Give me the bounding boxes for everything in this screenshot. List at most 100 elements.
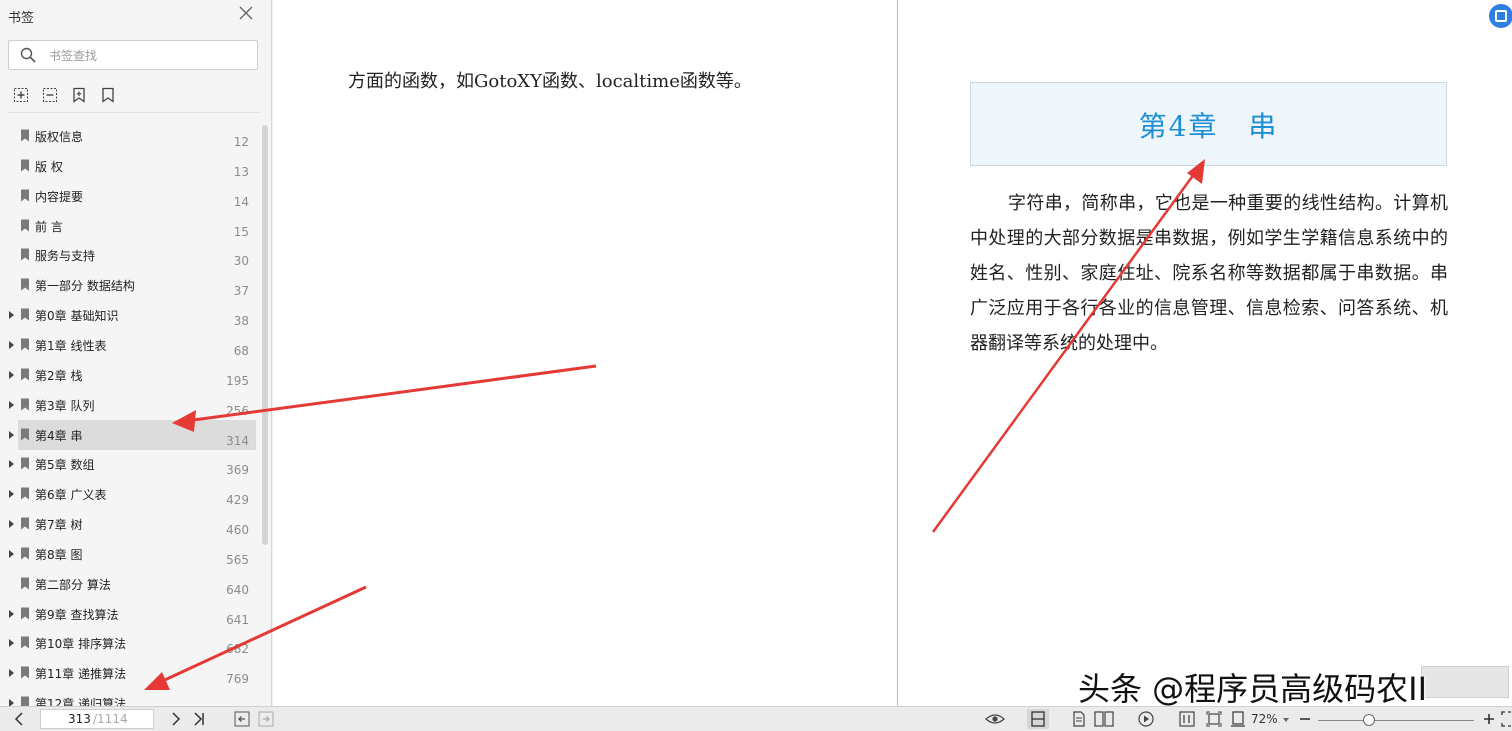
eye-icon[interactable] — [985, 711, 1005, 727]
expand-arrow-icon[interactable] — [9, 430, 14, 439]
bookmark-label: 第一部分 数据结构 — [35, 279, 135, 294]
expand-arrow-icon[interactable] — [9, 520, 14, 529]
bookmark-item[interactable]: 第1章 线性表 68 — [9, 330, 256, 360]
fullscreen-icon[interactable] — [1501, 711, 1512, 727]
bookmark-item[interactable]: 第7章 树 460 — [9, 509, 256, 539]
bookmark-page: 12 — [233, 135, 249, 149]
bookmark-icon — [21, 129, 29, 142]
bookmark-item[interactable]: 前 言 15 — [18, 211, 256, 241]
bookmark-page: 565 — [226, 552, 249, 567]
bookmark-page: 37 — [233, 284, 249, 299]
bookmark-icon — [21, 457, 29, 470]
bookmark-item[interactable]: 第3章 队列 256 — [9, 390, 256, 420]
current-page: 313 — [68, 712, 91, 726]
close-icon[interactable] — [238, 5, 254, 21]
bookmark-label: 第8章 图 — [35, 547, 83, 562]
forward-icon[interactable] — [258, 711, 274, 727]
next-page-icon[interactable] — [169, 711, 183, 727]
bookmark-page: 429 — [226, 493, 249, 508]
bookmark-label: 第0章 基础知识 — [35, 309, 119, 324]
expand-arrow-icon[interactable] — [9, 400, 14, 409]
zoom-level[interactable]: 72% — [1251, 712, 1278, 726]
bookmark-label: 第3章 队列 — [35, 398, 95, 413]
expand-arrow-icon[interactable] — [9, 699, 14, 706]
bookmark-page: 68 — [233, 343, 249, 358]
bookmark-item[interactable]: 第11章 递推算法 769 — [9, 658, 256, 688]
bookmark-icon — [21, 248, 29, 261]
last-page-icon[interactable] — [192, 711, 206, 727]
zoom-slider[interactable] — [1318, 720, 1474, 721]
fit-width-icon[interactable] — [1230, 711, 1246, 727]
bookmark-page: 15 — [233, 224, 249, 239]
expand-arrow-icon[interactable] — [9, 311, 14, 320]
bookmark-search-input[interactable] — [47, 46, 251, 66]
zoom-slider-handle[interactable] — [1363, 714, 1376, 726]
bookmark-label: 版 权 — [35, 159, 63, 174]
play-icon[interactable] — [1138, 711, 1154, 727]
bookmark-page: 14 — [233, 194, 249, 209]
page-number-input[interactable]: 313 /1114 — [40, 709, 154, 729]
expand-arrow-icon[interactable] — [9, 609, 14, 618]
add-bookmark-icon[interactable] — [12, 86, 30, 104]
bookmark-item[interactable]: 第4章 串 314 — [9, 419, 256, 450]
bookmark-item[interactable]: 第二部分 算法 640 — [18, 569, 256, 599]
expand-arrow-icon[interactable] — [9, 669, 14, 678]
bookmark-item[interactable]: 第10章 排序算法 682 — [9, 628, 256, 658]
bookmark-item[interactable]: 第12章 递归算法 — [9, 688, 256, 706]
chapter-heading-box: 第4章 串 — [970, 82, 1447, 166]
bookmark-icon — [21, 368, 29, 381]
bookmark-page: 256 — [226, 403, 249, 418]
expand-arrow-icon[interactable] — [9, 340, 14, 349]
bookmark-item[interactable]: 第6章 广义表 429 — [9, 479, 256, 509]
toolbar-divider — [8, 112, 260, 113]
bookmark-item[interactable]: 第8章 图 565 — [9, 539, 256, 569]
zoom-dropdown-icon[interactable] — [1283, 718, 1289, 722]
bookmark-label: 第5章 数组 — [35, 458, 95, 473]
bookmark-item[interactable]: 第一部分 数据结构 37 — [18, 270, 256, 300]
prev-page-icon[interactable] — [12, 711, 26, 727]
bookmark-page: 682 — [226, 642, 249, 657]
expand-arrow-icon[interactable] — [9, 639, 14, 648]
back-icon[interactable] — [234, 711, 250, 727]
fit-page-icon[interactable] — [1206, 711, 1222, 727]
bookmark-item[interactable]: 版权信息 12 — [18, 121, 256, 151]
double-page-icon[interactable] — [1094, 711, 1114, 727]
chapter-title: 第4章 串 — [1138, 110, 1279, 143]
single-page-icon[interactable] — [1072, 711, 1086, 727]
bookmark-page: 641 — [226, 612, 249, 627]
bookmark-icon — [21, 189, 29, 202]
bookmark-label: 版权信息 — [35, 130, 84, 144]
expand-arrow-icon[interactable] — [9, 370, 14, 379]
bookmark-item[interactable]: 第9章 查找算法 641 — [9, 599, 256, 629]
bookmark-item[interactable]: 版 权 13 — [18, 151, 256, 181]
bookmark-item[interactable]: 第2章 栈 195 — [9, 360, 256, 390]
expand-arrow-icon[interactable] — [9, 490, 14, 499]
expand-arrow-icon[interactable] — [9, 460, 14, 469]
watermark-box — [1421, 666, 1509, 698]
remove-bookmark-icon[interactable] — [41, 86, 59, 104]
bookmark-item[interactable]: 第0章 基础知识 38 — [9, 300, 256, 330]
bookmark-page: 369 — [226, 463, 249, 478]
sidebar-scrollbar[interactable] — [262, 125, 268, 545]
app-corner-icon[interactable] — [1489, 4, 1512, 28]
continuous-page-icon[interactable] — [1030, 711, 1046, 727]
plus-icon[interactable] — [1483, 711, 1495, 727]
bookmark-page: 460 — [226, 523, 249, 538]
bookmark-item[interactable]: 服务与支持 30 — [18, 240, 256, 270]
bookmark-icon[interactable] — [70, 86, 88, 104]
expand-arrow-icon[interactable] — [9, 549, 14, 558]
bookmark-item[interactable]: 第5章 数组 369 — [9, 449, 256, 479]
bookmark-outline-icon[interactable] — [99, 86, 117, 104]
bookmark-icon — [21, 487, 29, 500]
bookmark-icon — [21, 517, 29, 530]
minus-icon[interactable] — [1299, 711, 1311, 727]
bookmark-label: 第12章 递归算法 — [35, 697, 127, 706]
bookmark-label: 第6章 广义表 — [35, 488, 107, 503]
bookmark-item[interactable]: 内容提要 14 — [18, 181, 256, 211]
bookmark-search[interactable] — [8, 40, 258, 70]
bookmark-page: 13 — [233, 164, 249, 179]
actual-size-icon[interactable] — [1179, 711, 1195, 727]
bookmark-page: 38 — [233, 314, 249, 329]
bookmark-icon — [21, 547, 29, 560]
bookmark-icon — [21, 338, 29, 351]
